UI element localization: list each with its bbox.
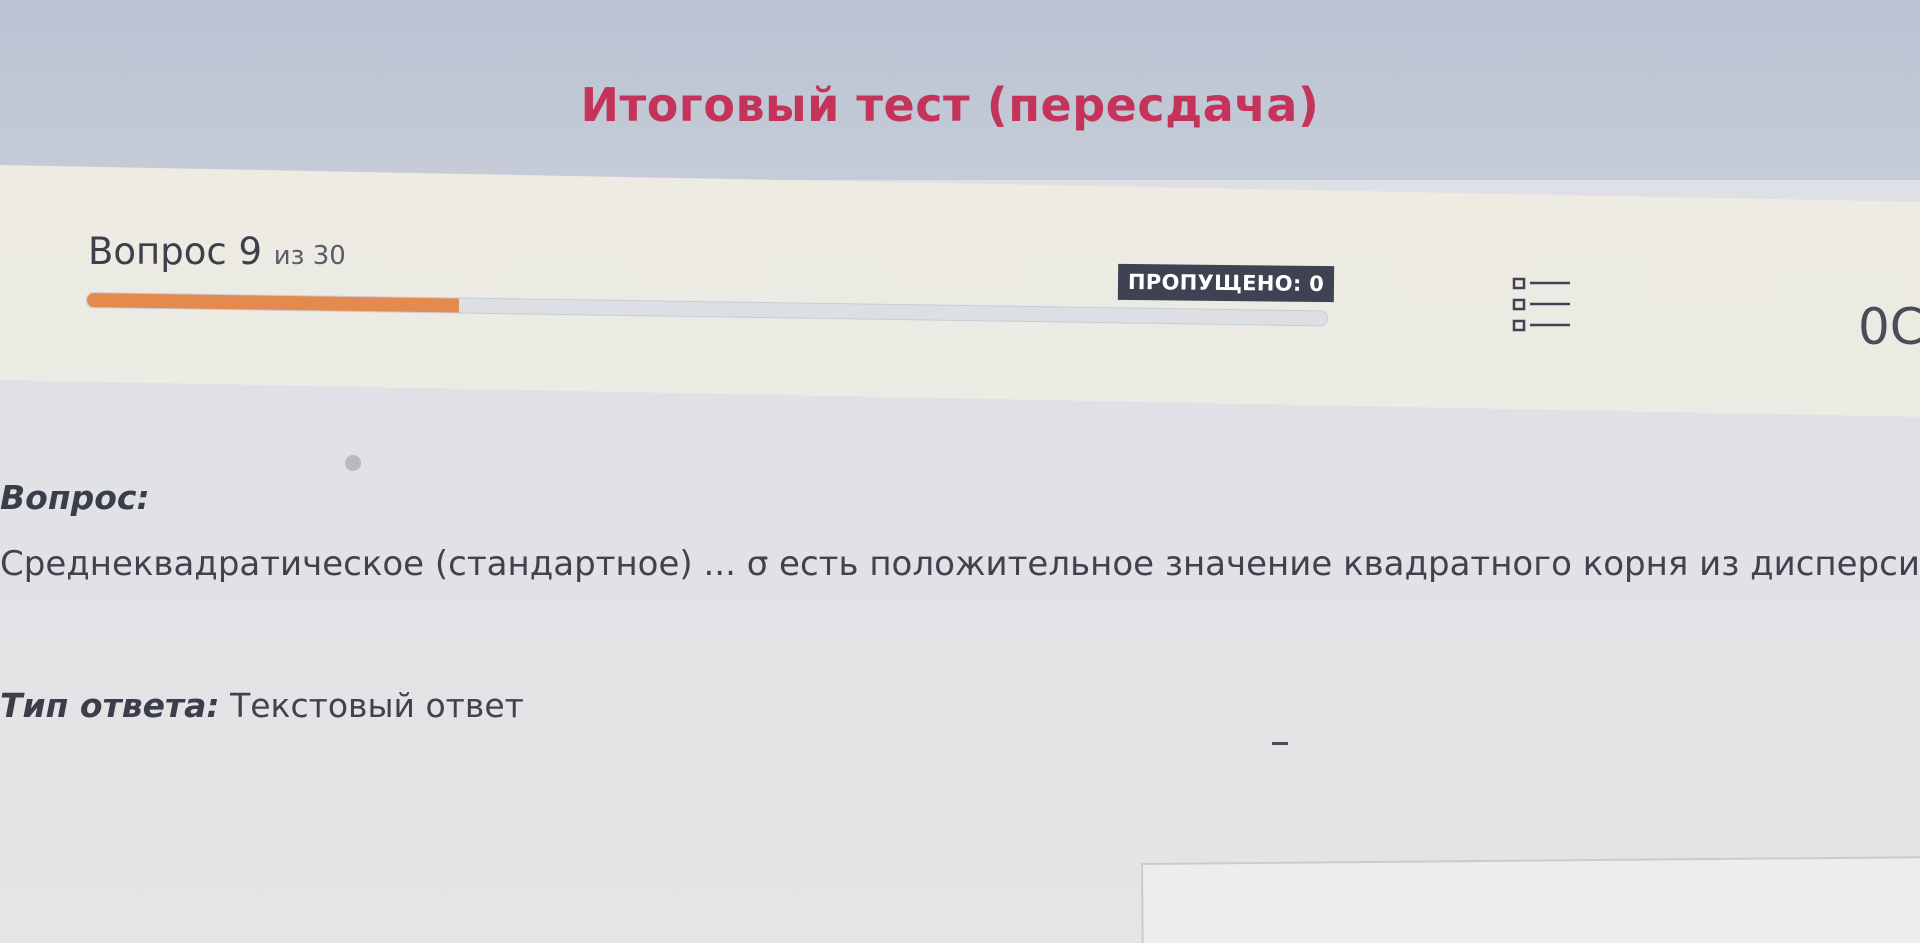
answer-input[interactable] xyxy=(1141,855,1920,943)
question-label: Вопрос: xyxy=(0,478,150,517)
answer-type: Тип ответа: Текстовый ответ xyxy=(0,686,524,725)
question-text: Среднеквадратическое (стандартное) ... σ… xyxy=(0,544,1920,584)
answer-type-label: Тип ответа: xyxy=(0,686,220,725)
question-list-icon[interactable] xyxy=(1512,275,1572,339)
list-bullet-2 xyxy=(1512,298,1526,311)
list-bullet-1 xyxy=(1512,277,1526,290)
mouse-cursor-mark xyxy=(1272,742,1288,745)
question-counter: Вопрос 9 из 30 xyxy=(88,230,346,273)
progress-panel xyxy=(0,165,1920,417)
question-total: из 30 xyxy=(273,241,346,271)
question-word: Вопрос xyxy=(88,230,227,273)
timer: 0C xyxy=(1858,298,1920,356)
skipped-badge[interactable]: ПРОПУЩЕНО: 0 xyxy=(1117,263,1335,303)
list-bullet-3 xyxy=(1512,319,1526,332)
question-current: 9 xyxy=(238,230,262,273)
camera-glare-dot xyxy=(345,455,361,471)
page-title: Итоговый тест (пересдача) xyxy=(580,78,1320,132)
list-icon-svg xyxy=(1512,277,1570,332)
answer-type-value: Текстовый ответ xyxy=(230,686,524,725)
